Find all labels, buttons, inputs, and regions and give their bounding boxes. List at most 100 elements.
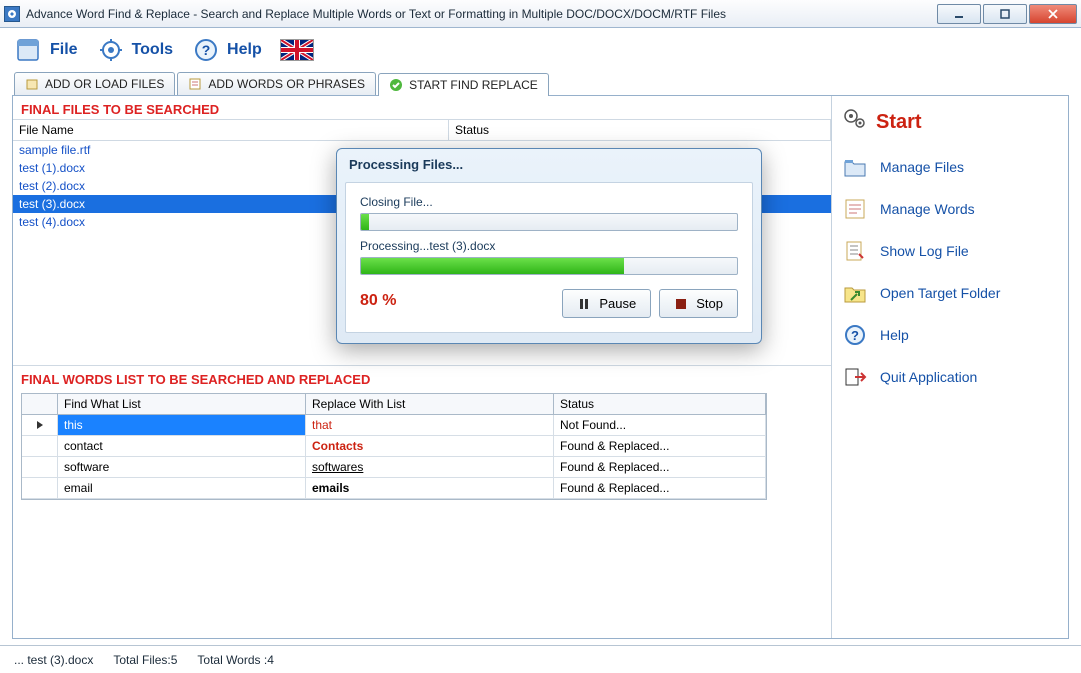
help-menu[interactable]: ? Help [191,36,262,64]
app-icon [4,6,20,22]
status-cell: Found & Replaced... [554,478,766,498]
maximize-button[interactable] [983,4,1027,24]
sidebar-item-label: Help [880,327,909,343]
replace-cell: emails [306,478,554,498]
help-icon: ? [842,322,868,348]
words-icon [842,196,868,222]
dialog-label-processing: Processing...test (3).docx [360,239,738,253]
gear-icon [96,36,126,64]
tab-strip: ADD OR LOAD FILES ADD WORDS OR PHRASES S… [0,72,1081,95]
sidebar-item-label: Open Target Folder [880,285,1000,301]
dialog-title: Processing Files... [337,149,761,176]
row-marker [22,478,58,498]
sidebar-item-label: Manage Words [880,201,975,217]
status-cell: Found & Replaced... [554,436,766,456]
folder-icon [842,154,868,180]
progress-percent: 80 % [360,292,396,310]
close-button[interactable] [1029,4,1077,24]
stop-button[interactable]: Stop [659,289,738,318]
tools-label: Tools [132,41,173,59]
status-current-file: ... test (3).docx [14,653,93,667]
sidebar-item-folder[interactable]: Manage Files [840,146,1060,188]
sidebar-item-words[interactable]: Manage Words [840,188,1060,230]
col-status[interactable]: Status [449,120,831,140]
sidebar-item-label: Manage Files [880,159,964,175]
gears-icon [842,106,868,138]
sidebar: Start Manage Files Manage Words Show Log F… [832,96,1068,638]
replace-cell: softwares [306,457,554,477]
sidebar-item-target[interactable]: Open Target Folder [840,272,1060,314]
col-filename[interactable]: File Name [13,120,449,140]
word-row[interactable]: emailemailsFound & Replaced... [22,478,766,499]
target-icon [842,280,868,306]
log-icon [842,238,868,264]
pause-button[interactable]: Pause [562,289,651,318]
words-table: Find What List Replace With List Status … [21,393,767,500]
stop-label: Stop [696,296,723,311]
words-heading: FINAL WORDS LIST TO BE SEARCHED AND REPL… [13,365,831,389]
help-label: Help [227,41,262,59]
status-total-words: Total Words :4 [197,653,273,667]
svg-text:?: ? [202,42,211,58]
files-heading: FINAL FILES TO BE SEARCHED [13,96,831,119]
svg-text:?: ? [851,328,859,343]
window-title: Advance Word Find & Replace - Search and… [26,7,937,21]
find-cell: email [58,478,306,498]
sidebar-item-quit[interactable]: Quit Application [840,356,1060,398]
replace-cell: Contacts [306,436,554,456]
files-table-header: File Name Status [13,119,831,141]
find-cell: this [58,415,306,435]
help-icon: ? [191,36,221,64]
find-cell: contact [58,436,306,456]
find-cell: software [58,457,306,477]
word-row[interactable]: contactContactsFound & Replaced... [22,436,766,457]
sidebar-start-heading: Start [840,102,1060,146]
word-row[interactable]: softwaresoftwaresFound & Replaced... [22,457,766,478]
words-table-header: Find What List Replace With List Status [22,394,766,415]
sidebar-item-help[interactable]: ? Help [840,314,1060,356]
sidebar-item-log[interactable]: Show Log File [840,230,1060,272]
file-label: File [50,41,78,59]
tab-start-find-replace[interactable]: START FIND REPLACE [378,73,549,96]
file-icon [14,36,44,64]
word-row[interactable]: thisthatNot Found... [22,415,766,436]
add-words-icon [188,77,202,91]
check-icon [389,78,403,92]
stop-icon [674,297,688,311]
tab-add-words-label: ADD WORDS OR PHRASES [208,77,365,91]
sidebar-item-label: Show Log File [880,243,969,259]
minimize-button[interactable] [937,4,981,24]
col-find[interactable]: Find What List [58,394,306,414]
progress-bar-processing [360,257,738,275]
quit-icon [842,364,868,390]
tab-add-words[interactable]: ADD WORDS OR PHRASES [177,72,376,95]
pause-label: Pause [599,296,636,311]
col-word-status[interactable]: Status [554,394,766,414]
main-toolbar: File Tools ? Help [0,28,1081,72]
dialog-label-closing: Closing File... [360,195,738,209]
tools-menu[interactable]: Tools [96,36,173,64]
tab-add-files[interactable]: ADD OR LOAD FILES [14,72,175,95]
status-total-files: Total Files:5 [113,653,177,667]
tab-add-files-label: ADD OR LOAD FILES [45,77,164,91]
replace-cell: that [306,415,554,435]
col-marker [22,394,58,414]
titlebar: Advance Word Find & Replace - Search and… [0,0,1081,28]
status-cell: Not Found... [554,415,766,435]
window-controls [937,4,1077,24]
progress-bar-closing [360,213,738,231]
pause-icon [577,297,591,311]
sidebar-item-label: Quit Application [880,369,977,385]
language-flag-icon[interactable] [280,39,314,61]
sidebar-start-label: Start [876,111,922,134]
col-replace[interactable]: Replace With List [306,394,554,414]
row-marker [22,415,58,435]
row-marker [22,436,58,456]
status-cell: Found & Replaced... [554,457,766,477]
row-marker [22,457,58,477]
file-menu[interactable]: File [14,36,78,64]
add-files-icon [25,77,39,91]
processing-dialog: Processing Files... Closing File... Proc… [336,148,762,344]
dialog-body: Closing File... Processing...test (3).do… [345,182,753,333]
tab-start-label: START FIND REPLACE [409,78,538,92]
